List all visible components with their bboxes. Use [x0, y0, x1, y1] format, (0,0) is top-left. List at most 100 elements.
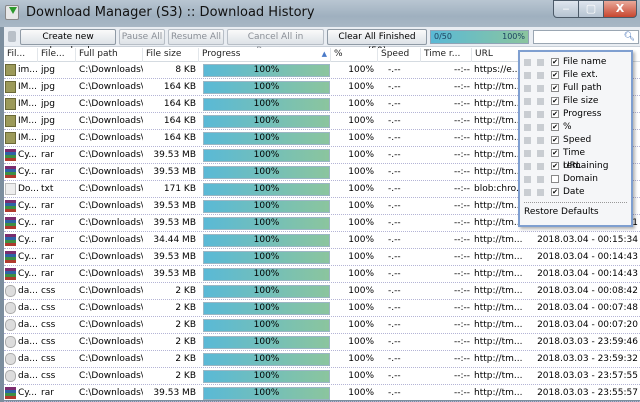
move-down-icon[interactable] — [537, 163, 544, 170]
file-name: Cy... — [18, 252, 37, 262]
css-file-icon — [5, 336, 16, 348]
search-icon[interactable]: 🔍︎ — [624, 32, 635, 42]
column-header-time-remaining[interactable]: Time r... — [421, 48, 472, 62]
column-header-speed[interactable]: Speed — [378, 48, 421, 62]
checkbox[interactable]: ✔ — [551, 162, 559, 170]
url[interactable]: http://tm... — [474, 266, 524, 282]
column-header-file-name[interactable]: Fil... — [4, 48, 38, 62]
move-down-icon[interactable] — [537, 137, 544, 144]
file-ext: rar — [41, 150, 54, 160]
url[interactable]: http://tm... — [474, 232, 524, 248]
column-toggle-item[interactable]: Domain — [520, 173, 631, 186]
checkbox[interactable]: ✔ — [551, 97, 559, 105]
move-down-icon[interactable] — [537, 98, 544, 105]
column-toggle-item[interactable]: ✔ File ext. — [520, 69, 631, 82]
table-row[interactable]: da...css C:\Downloads\... 2 KB 100% 100% -.--… — [4, 300, 640, 317]
move-up-icon[interactable] — [524, 137, 531, 144]
column-toggle-label: Domain — [563, 174, 598, 184]
column-header-percent[interactable]: % — [331, 48, 378, 62]
url[interactable]: http://tm... — [474, 317, 524, 333]
url[interactable]: http://tm... — [474, 351, 524, 367]
create-download-button[interactable]: Create new download — [20, 29, 116, 56]
move-up-icon[interactable] — [524, 85, 531, 92]
url[interactable]: http://tm... — [474, 215, 524, 231]
url[interactable]: http://tm... — [474, 249, 524, 265]
url[interactable]: http://tm... — [474, 96, 524, 112]
clear-finished-button[interactable]: Clear All Finished (50) — [327, 29, 427, 56]
table-row[interactable]: da...css C:\Downloads\... 2 KB 100% 100% -.--… — [4, 317, 640, 334]
checkbox[interactable]: ✔ — [551, 149, 559, 157]
table-row[interactable]: Cy... rar C:\Downloads\... 39.53 MB 100% 100%… — [4, 385, 640, 402]
column-header-full-path[interactable]: Full path — [76, 48, 143, 62]
url[interactable]: http://tm... — [474, 147, 524, 163]
url[interactable]: http://tm... — [474, 130, 524, 146]
maximize-button[interactable]: ▢ — [578, 0, 604, 18]
column-toggle-item[interactable]: ✔% — [520, 121, 631, 134]
restore-defaults-button[interactable]: Restore Defaults — [520, 206, 631, 219]
move-down-icon[interactable] — [537, 176, 544, 183]
move-down-icon[interactable] — [537, 72, 544, 79]
move-up-icon[interactable] — [524, 111, 531, 118]
column-header-file-size[interactable]: File size — [143, 48, 199, 62]
pause-all-button[interactable]: Pause All — [119, 29, 165, 45]
url[interactable]: http://tm... — [474, 164, 524, 180]
url[interactable]: https://e... — [474, 62, 524, 78]
url[interactable]: http://tm... — [474, 385, 524, 401]
move-up-icon[interactable] — [524, 150, 531, 157]
minimize-button[interactable]: ‒ — [553, 0, 579, 18]
close-button[interactable]: X — [603, 0, 637, 18]
checkbox[interactable]: ✔ — [551, 84, 559, 92]
move-down-icon[interactable] — [537, 124, 544, 131]
url[interactable]: http://tm... — [474, 368, 524, 384]
table-row[interactable]: da...css C:\Downloads\... 2 KB 100% 100% -.--… — [4, 368, 640, 385]
table-row[interactable]: Cy... rar C:\Downloads\... 34.44 MB 100% 100%… — [4, 232, 640, 249]
column-toggle-item[interactable]: ✔ URL — [520, 160, 631, 173]
move-down-icon[interactable] — [537, 150, 544, 157]
move-up-icon[interactable] — [524, 176, 531, 183]
url[interactable]: http://tm... — [474, 113, 524, 129]
column-toggle-item[interactable]: ✔ File size — [520, 95, 631, 108]
url[interactable]: http://tm... — [474, 198, 524, 214]
checkbox[interactable]: ✔ — [551, 58, 559, 66]
table-row[interactable]: da...css C:\Downloads\... 2 KB 100% 100% -.--… — [4, 283, 640, 300]
move-up-icon[interactable] — [524, 189, 531, 196]
table-row[interactable]: da...css C:\Downloads\... 2 KB 100% 100% -.--… — [4, 334, 640, 351]
toolbar: Create new download Pause All Resume All… — [4, 27, 640, 56]
table-row[interactable]: Cy... rar C:\Downloads\... 39.53 MB 100% 100%… — [4, 249, 640, 266]
url[interactable]: http://tm... — [474, 283, 524, 299]
column-toggle-item[interactable]: ✔ File name — [520, 56, 631, 69]
column-toggle-item[interactable]: ✔ Time remaining — [520, 147, 631, 171]
column-toggle-item[interactable]: ✔ Speed — [520, 134, 631, 147]
move-up-icon[interactable] — [524, 98, 531, 105]
checkbox[interactable] — [551, 175, 559, 183]
move-up-icon[interactable] — [524, 59, 531, 66]
column-toggle-item[interactable]: ✔ Full path — [520, 82, 631, 95]
download-manager-icon — [5, 5, 19, 20]
search-input[interactable]: 🔍︎ — [533, 30, 639, 44]
url[interactable]: http://tm... — [474, 79, 524, 95]
url[interactable]: http://tm... — [474, 300, 524, 316]
settings-icon[interactable] — [8, 31, 16, 42]
checkbox[interactable]: ✔ — [551, 71, 559, 79]
checkbox[interactable]: ✔ — [551, 188, 559, 196]
move-down-icon[interactable] — [537, 111, 544, 118]
column-toggle-item[interactable]: ✔ Date — [520, 186, 631, 199]
column-header-file-ext[interactable]: File... — [38, 48, 76, 62]
checkbox[interactable]: ✔ — [551, 123, 559, 131]
url[interactable]: http://tm... — [474, 334, 524, 350]
checkbox[interactable]: ✔ — [551, 110, 559, 118]
cancel-all-button[interactable]: Cancel All in Progress — [227, 29, 324, 56]
column-header-progress[interactable]: Progress ▲ — [199, 48, 331, 62]
column-toggle-item[interactable]: ✔ Progress — [520, 108, 631, 121]
move-down-icon[interactable] — [537, 85, 544, 92]
move-down-icon[interactable] — [537, 59, 544, 66]
move-up-icon[interactable] — [524, 163, 531, 170]
move-up-icon[interactable] — [524, 72, 531, 79]
move-up-icon[interactable] — [524, 124, 531, 131]
checkbox[interactable]: ✔ — [551, 136, 559, 144]
move-down-icon[interactable] — [537, 189, 544, 196]
table-row[interactable]: Cy... rar C:\Downloads\... 39.53 MB 100% 100%… — [4, 266, 640, 283]
table-row[interactable]: da...css C:\Downloads\... 2 KB 100% 100% -.--… — [4, 351, 640, 368]
url[interactable]: blob:chro... — [474, 181, 524, 197]
resume-all-button[interactable]: Resume All — [168, 29, 224, 45]
